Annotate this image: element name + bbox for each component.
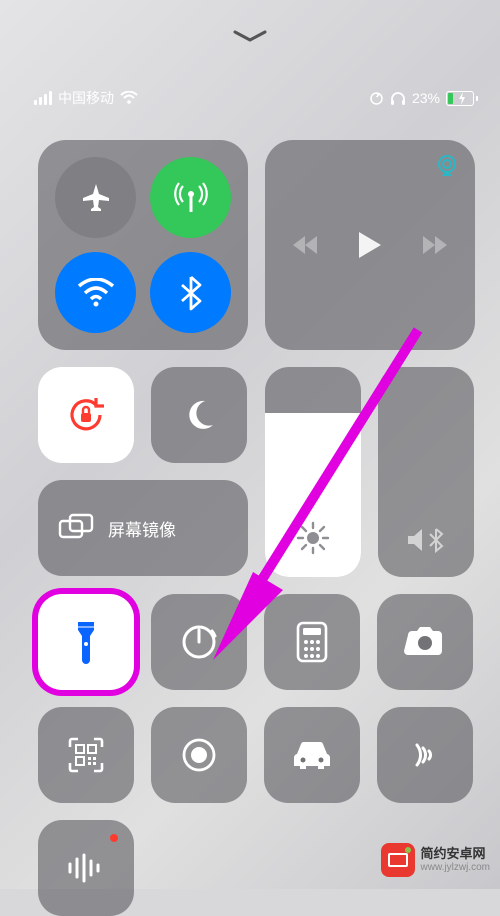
calculator-button[interactable] (264, 594, 360, 690)
play-icon[interactable] (357, 230, 383, 260)
camera-icon (404, 625, 446, 659)
bluetooth-icon (180, 275, 202, 311)
nfc-icon (407, 737, 443, 773)
volume-slider[interactable] (378, 367, 474, 577)
qr-scanner-button[interactable] (38, 707, 134, 803)
screen-mirroring-label: 屏幕镜像 (108, 516, 176, 541)
calculator-icon (296, 621, 328, 663)
waveform-icon (65, 852, 107, 884)
airplane-mode-button[interactable] (55, 157, 136, 238)
wifi-icon (77, 278, 115, 308)
watermark-title: 简约安卓网 (421, 847, 490, 861)
airplane-icon (79, 181, 113, 215)
camera-button[interactable] (377, 594, 473, 690)
cellular-data-button[interactable] (150, 157, 231, 238)
wifi-button[interactable] (55, 252, 136, 333)
do-not-disturb-button[interactable] (151, 367, 247, 463)
brightness-slider[interactable] (265, 367, 361, 577)
nfc-button[interactable] (377, 707, 473, 803)
orientation-lock-button[interactable] (38, 367, 134, 463)
connectivity-panel[interactable] (38, 140, 248, 350)
media-panel[interactable] (265, 140, 475, 350)
carplay-button[interactable] (264, 707, 360, 803)
screen-record-button[interactable] (151, 707, 247, 803)
volume-bluetooth-icon (406, 525, 446, 555)
record-icon (179, 735, 219, 775)
antenna-icon (173, 180, 209, 216)
recording-dot-icon (110, 834, 118, 842)
watermark-logo-icon (381, 843, 415, 877)
screen-mirroring-button[interactable]: 屏幕镜像 (38, 480, 248, 576)
carrier-label: 中国移动 (58, 88, 114, 108)
control-center: 屏幕镜像 (38, 140, 477, 889)
orientation-indicator-icon (369, 91, 384, 106)
timer-icon (179, 622, 219, 662)
headphones-icon (390, 91, 406, 106)
orientation-lock-icon (64, 393, 108, 437)
flashlight-icon (74, 618, 98, 666)
screen-mirroring-icon (58, 513, 94, 543)
qr-icon (67, 736, 105, 774)
airplay-icon[interactable] (435, 154, 459, 178)
status-bar: 中国移动 23% (0, 88, 500, 108)
battery-percent: 23% (412, 90, 440, 106)
bluetooth-button[interactable] (150, 252, 231, 333)
rewind-icon[interactable] (291, 234, 321, 256)
wifi-icon (120, 91, 138, 105)
watermark-url: www.jylzwj.com (421, 862, 490, 873)
grabber-chevron-icon[interactable] (233, 30, 267, 44)
timer-button[interactable] (151, 594, 247, 690)
watermark: 简约安卓网 www.jylzwj.com (381, 843, 490, 877)
forward-icon[interactable] (419, 234, 449, 256)
signal-icon (34, 91, 52, 105)
battery-icon (446, 91, 466, 106)
moon-icon (181, 397, 217, 433)
car-icon (290, 738, 334, 772)
voice-memo-button[interactable] (38, 820, 134, 916)
flashlight-button[interactable] (38, 594, 134, 690)
sun-icon (296, 521, 330, 555)
